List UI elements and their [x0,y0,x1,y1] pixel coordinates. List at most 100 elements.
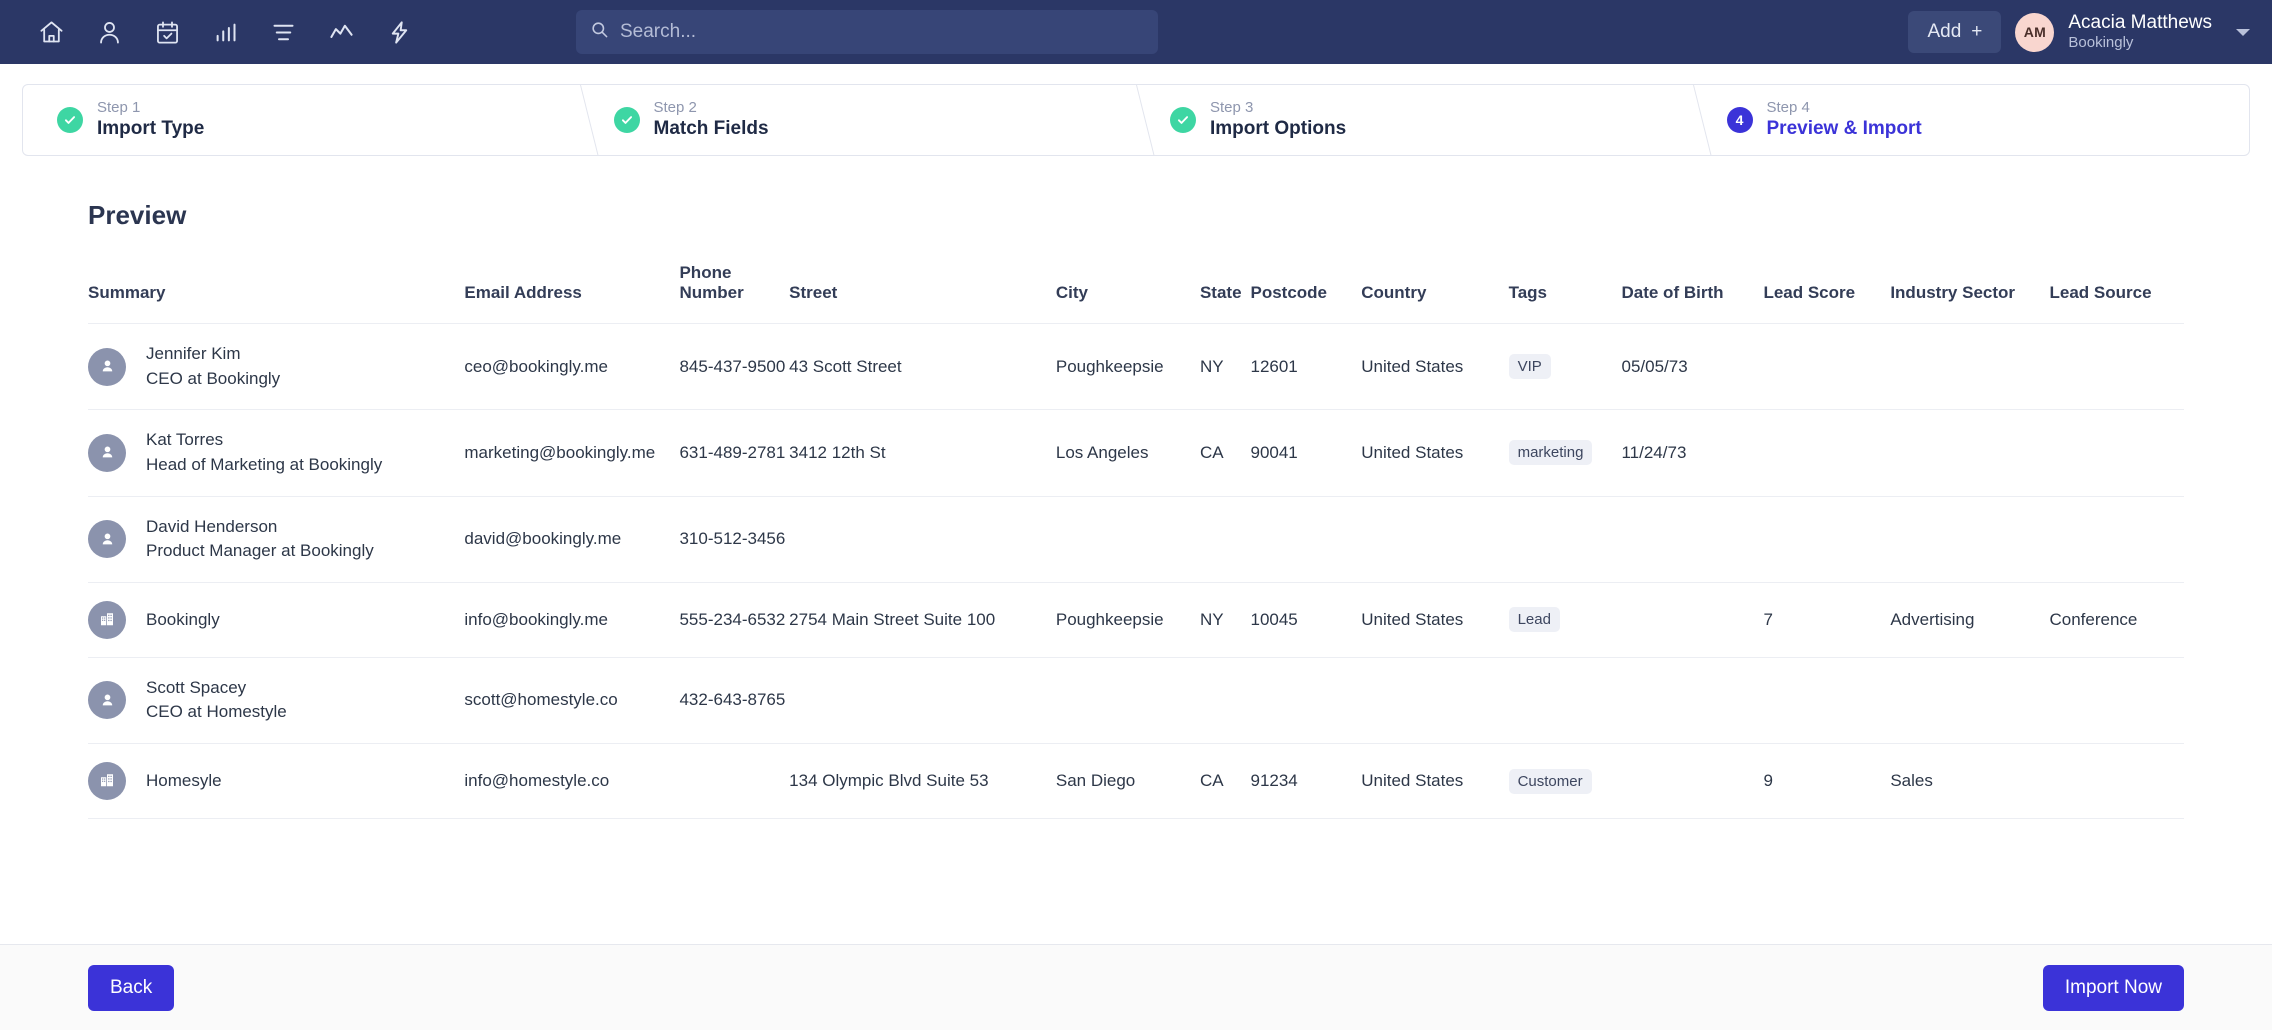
nav-icon-group [22,0,428,64]
cell-city: Poughkeepsie [1055,581,1200,658]
table-row[interactable]: Jennifer Kim CEO at Bookingly ceo@bookin… [88,322,2184,410]
search-input[interactable] [620,21,1144,43]
row-secondary-text: CEO at Bookingly [146,368,281,388]
step-title: Match Fields [653,118,769,140]
top-navigation-bar: Add + AM Acacia Matthews Bookingly [0,0,2272,64]
step-title: Preview & Import [1766,118,1922,140]
cell-phone: 555-234-6532 [679,581,790,658]
cell-street: 134 Olympic Blvd Suite 53 [789,743,1056,820]
search-bar[interactable] [576,10,1158,54]
status-badge: Customer [1508,768,1592,794]
stepper-container: Step 1 Import Type Step 2 Match Fields S… [0,64,2272,156]
row-primary-text: Homesyle [146,770,222,790]
cell-industry: Sales [1890,743,2050,820]
column-header-lead-source: Lead Source [2049,283,2152,302]
user-menu[interactable]: Acacia Matthews Bookingly [2068,12,2212,52]
person-icon [88,347,126,386]
cell-tags: Lead [1508,581,1622,658]
stepper-step-1[interactable]: Step 1 Import Type [23,85,580,155]
building-icon [88,600,126,639]
cell-country [1361,495,1509,583]
stepper-step-4[interactable]: 4 Step 4 Preview & Import [1693,85,2250,155]
lightning-bolt-icon[interactable] [370,0,428,64]
cell-postcode: 90041 [1250,409,1362,497]
step-number: Step 1 [97,99,141,117]
cell-state: CA [1199,743,1251,820]
cell-summary: Scott Spacey CEO at Homestyle [88,656,465,744]
table-row[interactable]: Scott Spacey CEO at Homestyle scott@home… [88,656,2184,744]
cell-postcode: 12601 [1250,322,1362,410]
cell-dob: 11/24/73 [1621,409,1764,497]
cell-tags: Customer [1508,743,1622,820]
cell-city [1055,656,1200,744]
home-icon[interactable] [22,0,80,64]
column-header-country: Country [1361,283,1427,302]
cell-country: United States [1361,409,1509,497]
cell-lead-source [2049,743,2184,820]
cell-lead-source [2049,656,2184,744]
import-now-button[interactable]: Import Now [2042,964,2184,1011]
table-row[interactable]: David Henderson Product Manager at Booki… [88,495,2184,583]
stepper-step-2[interactable]: Step 2 Match Fields [580,85,1137,155]
table-row[interactable]: Kat Torres Head of Marketing at Bookingl… [88,409,2184,497]
activity-line-icon[interactable] [312,0,370,64]
add-button-label: Add [1927,21,1962,42]
cell-industry [1890,656,2050,744]
nav-right-group: Add + AM Acacia Matthews Bookingly [1908,0,2250,64]
cell-email: info@homestyle.co [464,743,680,820]
cell-email: marketing@bookingly.me [464,409,680,497]
cell-country: United States [1361,581,1509,658]
row-primary-text: David Henderson [146,516,278,536]
cell-summary: David Henderson Product Manager at Booki… [88,495,465,583]
search-icon [590,20,609,44]
step-number: Step 4 [1766,99,1810,117]
cell-summary: Homesyle [88,743,465,820]
bar-chart-icon[interactable] [196,0,254,64]
cell-country [1361,656,1509,744]
cell-postcode [1250,656,1362,744]
cell-phone: 631-489-2781 [679,409,790,497]
person-icon[interactable] [80,0,138,64]
column-header-postcode: Postcode [1250,283,1328,302]
wizard-footer: Back Import Now [0,944,2272,1030]
cell-state: NY [1199,581,1251,658]
cell-city: Poughkeepsie [1055,322,1200,410]
import-wizard-stepper: Step 1 Import Type Step 2 Match Fields S… [22,84,2250,156]
cell-street: 2754 Main Street Suite 100 [789,581,1056,658]
cell-city [1055,495,1200,583]
cell-city: Los Angeles [1055,409,1200,497]
avatar[interactable]: AM [2015,12,2055,52]
row-primary-text: Scott Spacey [146,677,247,697]
cell-city: San Diego [1055,743,1200,820]
cell-industry [1890,322,2050,410]
status-badge: marketing [1508,440,1593,466]
column-header-state: State [1199,283,1242,302]
back-button[interactable]: Back [88,964,175,1011]
cell-country: United States [1361,743,1509,820]
stepper-step-3[interactable]: Step 3 Import Options [1136,85,1693,155]
column-header-tags: Tags [1508,283,1547,302]
table-header-row: Summary Email Address Phone Number Stree… [88,263,2184,324]
cell-phone: 310-512-3456 [679,495,790,583]
calendar-check-icon[interactable] [138,0,196,64]
cell-lead-score [1763,495,1891,583]
table-row[interactable]: Bookingly info@bookingly.me 555-234-6532… [88,581,2184,658]
cell-state: CA [1199,409,1251,497]
cell-lead-source [2049,322,2184,410]
table-row[interactable]: Homesyle info@homestyle.co 134 Olympic B… [88,743,2184,820]
cell-lead-source [2049,409,2184,497]
list-icon[interactable] [254,0,312,64]
add-button[interactable]: Add + [1908,11,2002,53]
cell-postcode: 10045 [1250,581,1362,658]
user-organization: Bookingly [2068,34,2134,52]
cell-street: 3412 12th St [789,409,1056,497]
row-secondary-text: Head of Marketing at Bookingly [146,454,383,474]
cell-country: United States [1361,322,1509,410]
cell-postcode: 91234 [1250,743,1362,820]
step-number-badge: 4 [1726,107,1753,133]
chevron-down-icon[interactable] [2236,28,2250,36]
cell-lead-score [1763,656,1891,744]
row-secondary-text: Product Manager at Bookingly [146,541,374,561]
step-number: Step 2 [653,99,697,117]
person-icon [88,520,126,559]
